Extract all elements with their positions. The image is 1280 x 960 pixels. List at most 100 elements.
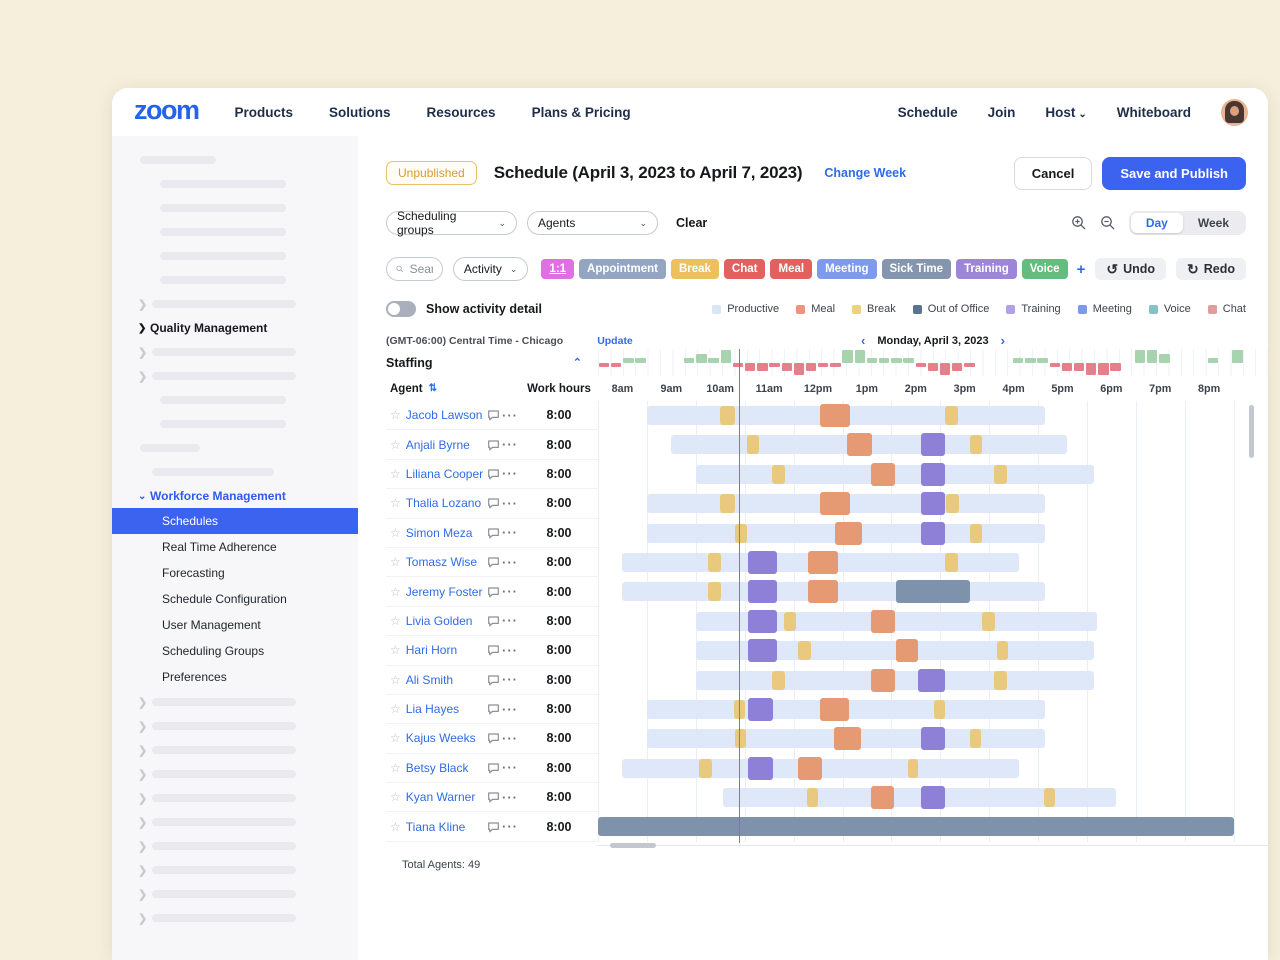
meal-segment[interactable]: [847, 433, 871, 456]
activity-dropdown[interactable]: Activity⌄: [453, 257, 529, 281]
agent-name-link[interactable]: Tiana Kline: [406, 820, 466, 834]
chip-appointment[interactable]: Appointment: [579, 259, 666, 279]
nav-plans-pricing[interactable]: Plans & Pricing: [532, 105, 631, 120]
sidebar-item-user-management[interactable]: User Management: [112, 612, 358, 638]
break-segment[interactable]: [945, 553, 958, 572]
break-segment[interactable]: [784, 612, 796, 631]
ooo-segment[interactable]: [896, 580, 969, 603]
sidebar-item-preferences[interactable]: Preferences: [112, 664, 358, 690]
star-icon[interactable]: ☆: [390, 790, 401, 804]
chip-1-1[interactable]: 1:1: [541, 259, 574, 279]
agent-name-link[interactable]: Simon Meza: [406, 526, 473, 540]
chip-training[interactable]: Training: [956, 259, 1017, 279]
scrollbar-thumb[interactable]: [610, 843, 656, 848]
break-segment[interactable]: [747, 435, 759, 454]
break-segment[interactable]: [708, 582, 721, 601]
break-segment[interactable]: [970, 524, 982, 543]
day-tab[interactable]: Day: [1131, 213, 1183, 233]
nav-whiteboard[interactable]: Whiteboard: [1117, 105, 1191, 120]
nav-solutions[interactable]: Solutions: [329, 105, 391, 120]
training-segment[interactable]: [921, 522, 945, 545]
chat-bubble-icon[interactable]: [487, 674, 500, 686]
chat-bubble-icon[interactable]: [487, 468, 500, 480]
chat-bubble-icon[interactable]: [487, 762, 500, 774]
chat-bubble-icon[interactable]: [487, 497, 500, 509]
agent-name-link[interactable]: Jacob Lawson: [406, 408, 483, 422]
break-segment[interactable]: [708, 553, 721, 572]
chip-chat[interactable]: Chat: [724, 259, 766, 279]
star-icon[interactable]: ☆: [390, 585, 401, 599]
chat-bubble-icon[interactable]: [487, 556, 500, 568]
clear-filters-button[interactable]: Clear: [676, 216, 707, 230]
agent-name-link[interactable]: Jeremy Foster: [406, 585, 483, 599]
nav-products[interactable]: Products: [235, 105, 294, 120]
show-activity-detail-toggle[interactable]: [386, 301, 416, 317]
search-input[interactable]: [410, 262, 433, 276]
next-day-chevron-icon[interactable]: ›: [1001, 333, 1005, 348]
break-segment[interactable]: [994, 465, 1007, 484]
chip-break[interactable]: Break: [671, 259, 719, 279]
zoom-out-icon[interactable]: [1100, 215, 1116, 231]
save-and-publish-button[interactable]: Save and Publish: [1102, 157, 1246, 190]
star-icon[interactable]: ☆: [390, 555, 401, 569]
training-segment[interactable]: [921, 727, 945, 750]
training-segment[interactable]: [748, 757, 772, 780]
sidebar-item-workforce-management[interactable]: ⌄ Workforce Management: [112, 484, 358, 508]
meal-segment[interactable]: [798, 757, 821, 780]
break-segment[interactable]: [934, 700, 945, 719]
chat-bubble-icon[interactable]: [487, 527, 500, 539]
more-options-icon[interactable]: ···: [502, 613, 518, 628]
break-segment[interactable]: [945, 406, 958, 425]
meal-segment[interactable]: [871, 669, 895, 692]
more-options-icon[interactable]: ···: [502, 496, 518, 511]
chat-bubble-icon[interactable]: [487, 644, 500, 656]
sidebar-item-quality-management[interactable]: ❯ Quality Management: [112, 316, 358, 340]
training-segment[interactable]: [748, 551, 777, 574]
more-options-icon[interactable]: ···: [502, 790, 518, 805]
meal-segment[interactable]: [835, 522, 862, 545]
break-segment[interactable]: [720, 406, 735, 425]
sidebar-item-schedules[interactable]: Schedules: [112, 508, 358, 534]
meal-segment[interactable]: [820, 404, 849, 427]
more-options-icon[interactable]: ···: [502, 408, 518, 423]
star-icon[interactable]: ☆: [390, 820, 401, 834]
break-segment[interactable]: [720, 494, 735, 513]
chat-bubble-icon[interactable]: [487, 821, 500, 833]
chat-bubble-icon[interactable]: [487, 409, 500, 421]
nav-schedule[interactable]: Schedule: [898, 105, 958, 120]
break-segment[interactable]: [772, 671, 785, 690]
break-segment[interactable]: [970, 729, 981, 748]
more-options-icon[interactable]: ···: [502, 643, 518, 658]
meal-segment[interactable]: [871, 610, 895, 633]
training-segment[interactable]: [921, 433, 945, 456]
agent-name-link[interactable]: Tomasz Wise: [406, 555, 477, 569]
out-of-office-bar[interactable]: [598, 817, 1234, 836]
more-options-icon[interactable]: ···: [502, 760, 518, 775]
break-segment[interactable]: [946, 494, 959, 513]
chat-bubble-icon[interactable]: [487, 791, 500, 803]
shift-bar[interactable]: [696, 671, 1095, 690]
star-icon[interactable]: ☆: [390, 467, 401, 481]
undo-button[interactable]: ↺Undo: [1095, 258, 1166, 280]
chip-meeting[interactable]: Meeting: [817, 259, 876, 279]
star-icon[interactable]: ☆: [390, 408, 401, 422]
training-segment[interactable]: [921, 463, 945, 486]
meal-segment[interactable]: [871, 786, 894, 809]
star-icon[interactable]: ☆: [390, 614, 401, 628]
break-segment[interactable]: [798, 641, 810, 660]
agent-name-link[interactable]: Thalia Lozano: [406, 496, 481, 510]
agent-name-link[interactable]: Betsy Black: [406, 761, 469, 775]
sidebar-item-forecasting[interactable]: Forecasting: [112, 560, 358, 586]
agent-name-link[interactable]: Lia Hayes: [406, 702, 459, 716]
add-activity-button[interactable]: +: [1077, 261, 1086, 278]
collapse-staffing-chevron-icon[interactable]: ⌃: [573, 356, 582, 369]
scheduling-groups-dropdown[interactable]: Scheduling groups⌄: [386, 211, 517, 235]
agent-name-link[interactable]: Liliana Cooper: [406, 467, 483, 481]
break-segment[interactable]: [982, 612, 995, 631]
nav-join[interactable]: Join: [988, 105, 1016, 120]
sidebar-item-scheduling-groups[interactable]: Scheduling Groups: [112, 638, 358, 664]
meal-segment[interactable]: [808, 580, 837, 603]
chat-bubble-icon[interactable]: [487, 732, 500, 744]
break-segment[interactable]: [994, 671, 1007, 690]
more-options-icon[interactable]: ···: [502, 437, 518, 452]
